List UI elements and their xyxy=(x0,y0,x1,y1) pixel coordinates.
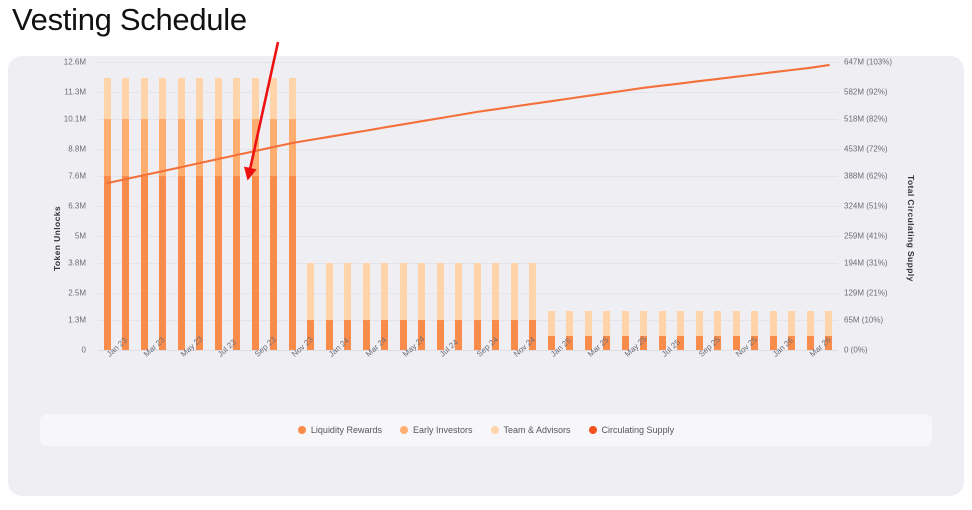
y-axis-right-tick: 388M (62%) xyxy=(844,171,888,181)
y-axis-left-tick: 12.6M xyxy=(63,57,86,67)
y-axis-left-tick: 3.8M xyxy=(68,258,86,268)
legend-label: Team & Advisors xyxy=(503,425,571,435)
legend-item[interactable]: Early Investors xyxy=(399,425,473,435)
y-axis-right-tick: 259M (41%) xyxy=(844,231,888,241)
y-axis-left-tick: 1.3M xyxy=(68,315,86,325)
page-title: Vesting Schedule xyxy=(12,2,247,37)
legend-label: Early Investors xyxy=(412,425,473,435)
y-axis-right-tick: 518M (82%) xyxy=(844,114,888,124)
legend-swatch-icon xyxy=(588,426,597,434)
y-axis-left-tick: 11.3M xyxy=(64,87,86,97)
legend-item[interactable]: Liquidity Rewards xyxy=(297,425,382,435)
plot-area xyxy=(98,62,838,351)
y-axis-left-tick: 0 xyxy=(81,345,86,355)
y-axis-right-tick: 324M (51%) xyxy=(844,201,888,211)
y-axis-right-tick: 129M (21%) xyxy=(844,288,888,298)
circulating-supply-line xyxy=(106,64,830,185)
y-axis-left-tick: 7.6M xyxy=(68,171,86,181)
legend-item[interactable]: Circulating Supply xyxy=(588,425,675,435)
gridline xyxy=(98,350,838,351)
y-axis-left-tick: 8.8M xyxy=(68,144,86,154)
legend-swatch-icon xyxy=(297,426,306,434)
legend-item[interactable]: Team & Advisors xyxy=(490,425,571,435)
y-axis-right-tick: 582M (92%) xyxy=(844,87,888,97)
legend-swatch-icon xyxy=(490,426,499,434)
chart-legend: Liquidity Rewards Early Investors Team & A… xyxy=(40,414,932,446)
y-axis-right-tick: 65M (10%) xyxy=(844,315,884,325)
chart-page: Vesting Schedule Token Unlocks 0 1.3M 2.5M… xyxy=(0,0,972,510)
y-axis-right-tick: 194M (31%) xyxy=(844,258,888,268)
legend-swatch-icon xyxy=(399,426,408,434)
y-axis-right-labels: 0 (0%) 65M (10%) 129M (21%) 194M (31%) 259M … xyxy=(840,58,940,355)
y-axis-right-tick: 453M (72%) xyxy=(844,144,888,154)
x-axis-labels: Jan 23 Mar 23 May 23 Jul 23 Sep 23 Nov 23 Jan … xyxy=(98,334,838,392)
legend-label: Liquidity Rewards xyxy=(310,425,382,435)
y-axis-left-labels: 0 1.3M 2.5M 3.8M 5M 6.3M 7.6M 8.8M 10.1M 11.3M 12.… xyxy=(0,58,92,355)
y-axis-right-tick: 0 (0%) xyxy=(844,345,868,355)
y-axis-left-tick: 6.3M xyxy=(68,201,86,211)
y-axis-left-tick: 2.5M xyxy=(68,288,86,298)
y-axis-left-tick: 5M xyxy=(74,231,86,241)
y-axis-left-tick: 10.1M xyxy=(63,114,86,124)
legend-label: Circulating Supply xyxy=(601,425,675,435)
y-axis-right-tick: 647M (103%) xyxy=(844,57,893,67)
